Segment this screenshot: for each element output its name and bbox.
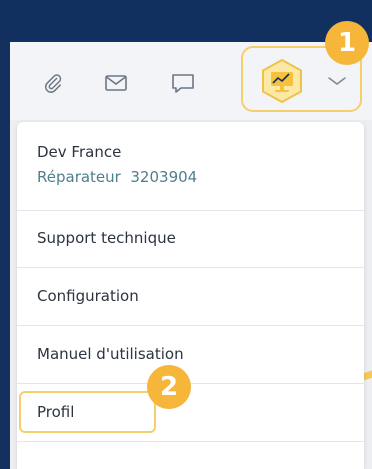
user-id: 3203904: [130, 168, 198, 186]
paperclip-icon[interactable]: [40, 70, 66, 96]
user-info: Dev France Réparateur 3203904: [17, 122, 364, 211]
menu-item-label: Configuration: [37, 287, 139, 305]
menu-item-configuration[interactable]: Configuration: [17, 268, 364, 326]
top-navbar: [0, 0, 372, 42]
step-badge-1: 1: [325, 21, 369, 65]
account-dropdown-menu: Dev France Réparateur 3203904 Support te…: [17, 122, 364, 469]
profil-highlight: [19, 391, 156, 433]
user-role-line: Réparateur 3203904: [37, 168, 197, 186]
monitor-chart-icon[interactable]: [259, 58, 305, 104]
menu-item-label: Manuel d'utilisation: [37, 345, 184, 363]
user-name: Dev France: [37, 143, 122, 161]
chevron-down-icon[interactable]: [324, 72, 350, 90]
menu-item-manual[interactable]: Manuel d'utilisation: [17, 326, 364, 384]
mail-icon[interactable]: [103, 70, 129, 96]
menu-item-support[interactable]: Support technique: [17, 210, 364, 268]
chat-icon[interactable]: [170, 70, 196, 96]
step-badge-2: 2: [147, 365, 191, 409]
menu-item-label: Support technique: [37, 229, 176, 247]
user-role: Réparateur: [37, 168, 121, 186]
